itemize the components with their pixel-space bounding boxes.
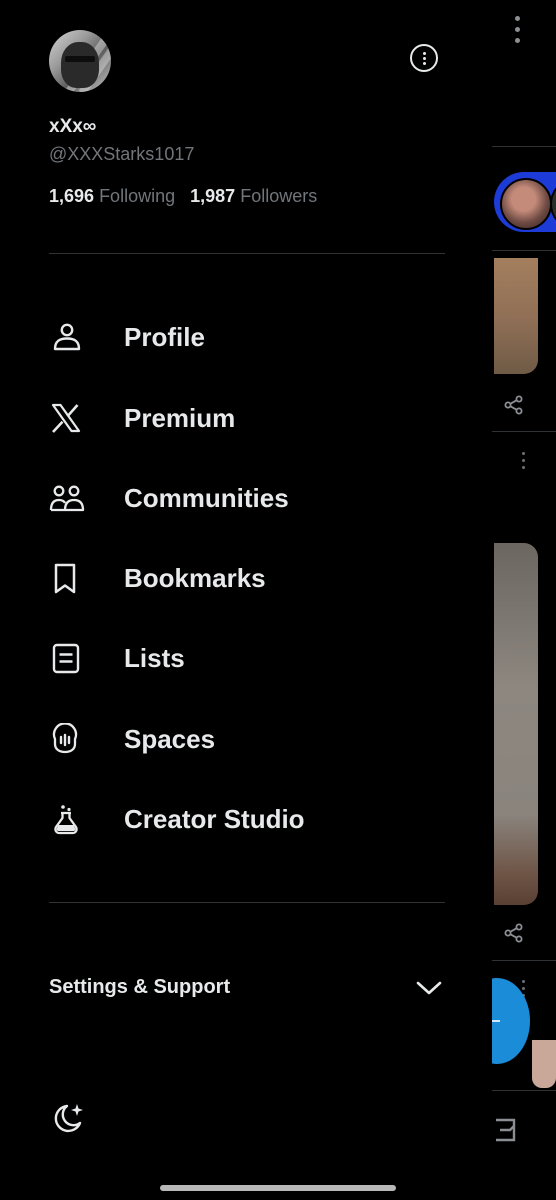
following-label: Following — [99, 186, 176, 206]
chevron-down-icon — [415, 976, 443, 1000]
divider — [492, 431, 556, 432]
divider — [492, 960, 556, 961]
menu-item-label: Communities — [124, 483, 289, 513]
menu-item-label: Spaces — [124, 724, 216, 754]
divider — [492, 1090, 556, 1091]
spaces-icon — [49, 723, 81, 755]
menu-item-communities[interactable]: Communities — [49, 468, 445, 528]
x-logo-icon — [49, 402, 81, 434]
accounts-more-button[interactable] — [410, 44, 438, 72]
follow-stats: 1,696 Following 1,987 Followers — [49, 186, 317, 207]
bookmark-icon — [49, 562, 81, 594]
divider — [49, 253, 445, 254]
following-count: 1,696 — [49, 186, 95, 206]
share-icon[interactable] — [503, 922, 525, 944]
followers-count: 1,987 — [190, 186, 236, 206]
messages-icon[interactable] — [494, 1116, 518, 1144]
story-avatar[interactable] — [494, 172, 556, 232]
more-options-icon[interactable] — [514, 16, 522, 46]
menu-item-label: Lists — [124, 643, 185, 673]
post-image[interactable] — [494, 543, 538, 905]
flask-icon — [49, 803, 81, 835]
menu-item-profile[interactable]: Profile — [49, 307, 445, 367]
menu-item-label: Bookmarks — [124, 563, 266, 593]
menu-item-label: Creator Studio — [124, 804, 305, 834]
home-indicator[interactable] — [160, 1185, 396, 1191]
person-icon — [49, 321, 81, 353]
post-image[interactable] — [532, 1040, 556, 1088]
moon-sparkle-icon[interactable] — [49, 1100, 87, 1138]
settings-support-label: Settings & Support — [49, 976, 231, 998]
followers-link[interactable]: 1,987 Followers — [190, 186, 317, 206]
settings-support-toggle[interactable]: Settings & Support — [49, 966, 445, 1010]
divider — [49, 902, 445, 903]
menu-item-spaces[interactable]: Spaces — [49, 709, 445, 769]
following-link[interactable]: 1,696 Following — [49, 186, 180, 206]
menu-item-lists[interactable]: Lists — [49, 628, 445, 688]
list-icon — [49, 642, 81, 674]
menu-item-bookmarks[interactable]: Bookmarks — [49, 548, 445, 608]
divider — [492, 146, 556, 147]
background-timeline — [492, 0, 556, 1200]
menu-item-label: Profile — [124, 322, 205, 352]
menu-item-premium[interactable]: Premium — [49, 388, 445, 448]
navigation-drawer: xXx∞ @XXXStarks1017 1,696 Following 1,98… — [0, 0, 492, 1200]
divider — [492, 250, 556, 251]
avatar[interactable] — [49, 30, 111, 92]
display-name[interactable]: xXx∞ — [49, 116, 96, 138]
menu-item-label: Premium — [124, 403, 236, 433]
menu-item-creator-studio[interactable]: Creator Studio — [49, 789, 445, 849]
post-image[interactable] — [494, 258, 538, 374]
communities-icon — [49, 482, 85, 514]
followers-label: Followers — [240, 186, 318, 206]
share-icon[interactable] — [503, 394, 525, 416]
user-handle: @XXXStarks1017 — [49, 144, 195, 164]
post-more-icon[interactable] — [522, 452, 526, 473]
